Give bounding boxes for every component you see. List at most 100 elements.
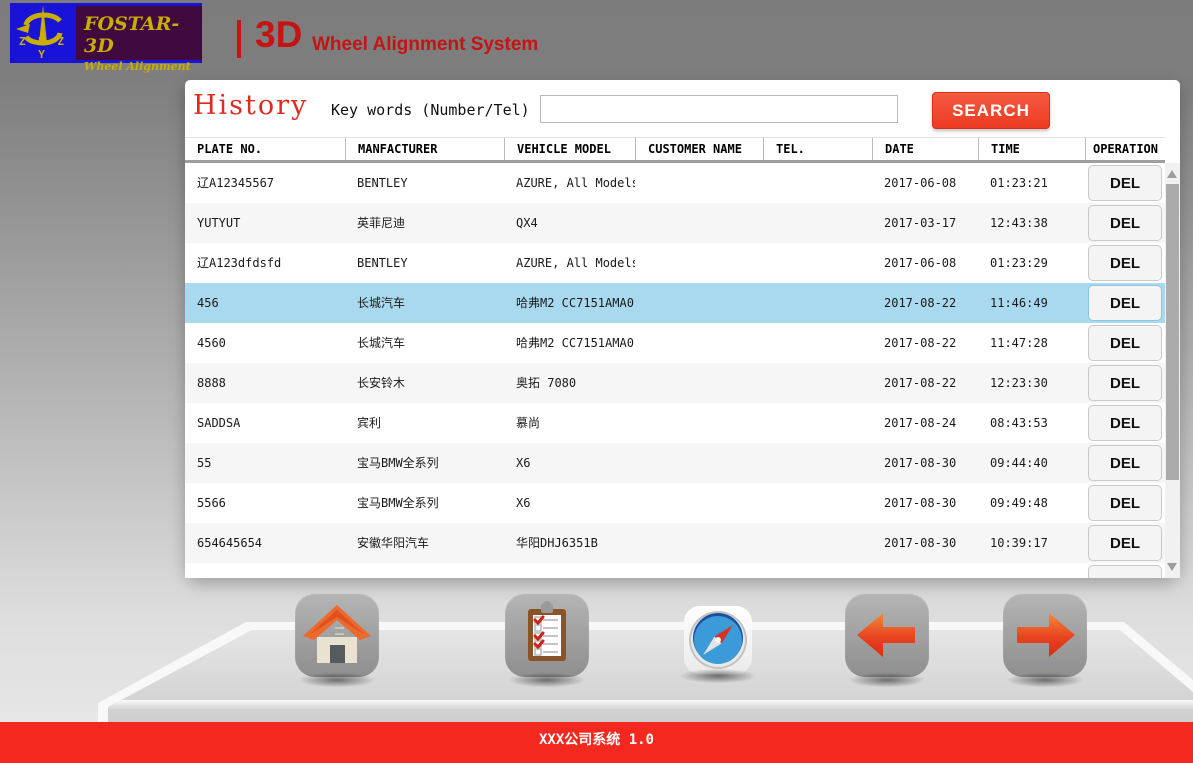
nav-records-button[interactable]: [505, 593, 589, 677]
cell-date: 2017-06-08: [872, 243, 978, 283]
cell-model: AZURE, All Models: [504, 243, 635, 283]
tile-shadow: [676, 668, 760, 684]
cell-customer: [635, 283, 763, 323]
cell-time: 09:49:48: [978, 483, 1085, 523]
cell-manufacturer: BENTLEY: [345, 163, 504, 203]
cell-tel: [763, 243, 872, 283]
cell-customer: [635, 403, 763, 443]
cell-plate: 456: [185, 283, 345, 323]
table-row[interactable]: 辽A12345567 BENTLEY AZURE, All Models 201…: [185, 163, 1165, 203]
delete-button[interactable]: DEL: [1088, 245, 1162, 281]
cell-date: 2017-08-30: [872, 443, 978, 483]
cell-model: X6: [504, 443, 635, 483]
cell-customer: [635, 163, 763, 203]
table-row[interactable]: 456 长城汽车 哈弗M2 CC7151AMA01 / 2017-08-22 1…: [185, 283, 1165, 323]
footer-text: XXX公司系统 1.0: [539, 732, 654, 748]
cell-time: 09:44:40: [978, 443, 1085, 483]
column-header-tel-: TEL.: [763, 138, 872, 160]
cell-customer: [635, 243, 763, 283]
cell-tel: [763, 323, 872, 363]
cell-plate: 辽A123dfdsfd: [185, 243, 345, 283]
delete-button[interactable]: DEL: [1088, 565, 1162, 578]
scrollbar-thumb[interactable]: [1166, 184, 1179, 480]
cell-tel: [763, 443, 872, 483]
table-header: PLATE NO.MANFACTURERVEHICLE MODELCUSTOME…: [185, 137, 1165, 163]
delete-button[interactable]: DEL: [1088, 165, 1162, 201]
cell-model: QX4: [504, 203, 635, 243]
arrow-left-icon: [845, 593, 929, 677]
cell-time: 12:43:38: [978, 203, 1085, 243]
cell-model: 奥拓 7080: [504, 363, 635, 403]
column-header-customer-name: CUSTOMER NAME: [635, 138, 763, 160]
column-header-vehicle-model: VEHICLE MODEL: [504, 138, 635, 160]
cell-date: 2017-08-22: [872, 323, 978, 363]
table-row[interactable]: SADDSA 宾利 慕尚 2017-08-24 08:43:53 DEL: [185, 403, 1165, 443]
delete-button[interactable]: DEL: [1088, 325, 1162, 361]
nav-home-button[interactable]: [295, 593, 379, 677]
cell-plate: 4560: [185, 323, 345, 363]
delete-button[interactable]: DEL: [1088, 205, 1162, 241]
cell-manufacturer: BENTLEY: [345, 243, 504, 283]
scrollbar-down-icon[interactable]: [1167, 563, 1177, 571]
cell-model: 华阳DHJ6351B: [504, 523, 635, 563]
table-row[interactable]: 4560 长城汽车 哈弗M2 CC7151AMA01 / 2017-08-22 …: [185, 323, 1165, 363]
cell-date: 2017-08-30: [872, 523, 978, 563]
cell-plate: 654645654: [185, 523, 345, 563]
cell-manufacturer: 长安铃木: [345, 363, 504, 403]
cell-plate: 辽A12345567: [185, 163, 345, 203]
cell-tel: [763, 203, 872, 243]
nav-compass-button[interactable]: [684, 606, 752, 674]
cell-model: 哈弗M2 CC7151AMA01 /: [504, 323, 635, 363]
delete-button[interactable]: DEL: [1088, 485, 1162, 521]
table-row[interactable]: YUTYUT 英菲尼迪 QX4 2017-03-17 12:43:38 DEL: [185, 203, 1165, 243]
column-header-plate-no-: PLATE NO.: [185, 138, 345, 160]
cell-manufacturer: 安徽华阳汽车: [345, 523, 504, 563]
cell-time: 12:23:30: [978, 363, 1085, 403]
cell-tel: [763, 523, 872, 563]
keywords-input[interactable]: [540, 95, 898, 123]
delete-button[interactable]: DEL: [1088, 365, 1162, 401]
cell-model: 哈弗M2 CC7151AMA01 /: [504, 283, 635, 323]
app-logo: Z H Z Y FOSTAR-3D Wheel Alignment: [10, 3, 202, 63]
cell-time: 11:47:28: [978, 323, 1085, 363]
cell-tel: [763, 483, 872, 523]
column-header-time: TIME: [978, 138, 1085, 160]
cell-tel: [763, 363, 872, 403]
nav-back-button[interactable]: [845, 593, 929, 677]
table-body: 辽A12345567 BENTLEY AZURE, All Models 201…: [185, 163, 1165, 578]
cell-customer: [635, 203, 763, 243]
cell-manufacturer: [345, 563, 504, 578]
tile-shadow: [295, 672, 379, 688]
cell-date: 2017-08-30: [872, 483, 978, 523]
cell-time: 08:43:53: [978, 403, 1085, 443]
search-button[interactable]: SEARCH: [932, 92, 1050, 129]
delete-button[interactable]: DEL: [1088, 405, 1162, 441]
table-row[interactable]: DEL: [185, 563, 1165, 578]
delete-button[interactable]: DEL: [1088, 525, 1162, 561]
app-title-3d: 3D: [255, 14, 302, 56]
delete-button[interactable]: DEL: [1088, 285, 1162, 321]
cell-plate: 55: [185, 443, 345, 483]
logo-wordmark: FOSTAR-3D Wheel Alignment: [76, 6, 202, 60]
cell-time: 10:39:17: [978, 523, 1085, 563]
scrollbar-up-icon[interactable]: [1167, 170, 1177, 178]
cell-plate: YUTYUT: [185, 203, 345, 243]
table-row[interactable]: 654645654 安徽华阳汽车 华阳DHJ6351B 2017-08-30 1…: [185, 523, 1165, 563]
cell-manufacturer: 长城汽车: [345, 323, 504, 363]
delete-button[interactable]: DEL: [1088, 445, 1162, 481]
scrollbar-track[interactable]: [1165, 163, 1180, 578]
logo-brand-text: FOSTAR-3D: [84, 13, 202, 57]
checklist-clipboard-icon: [505, 593, 589, 677]
cell-model: 慕尚: [504, 403, 635, 443]
page-title: History: [193, 90, 308, 121]
keywords-label: Key words (Number/Tel): [331, 101, 530, 119]
cell-tel: [763, 283, 872, 323]
table-row[interactable]: 5566 宝马BMW全系列 X6 2017-08-30 09:49:48 DEL: [185, 483, 1165, 523]
table-row[interactable]: 55 宝马BMW全系列 X6 2017-08-30 09:44:40 DEL: [185, 443, 1165, 483]
table-row[interactable]: 辽A123dfdsfd BENTLEY AZURE, All Models 20…: [185, 243, 1165, 283]
nav-forward-button[interactable]: [1003, 593, 1087, 677]
logo-emblem: Z H Z Y: [10, 3, 76, 63]
table-row[interactable]: 8888 长安铃木 奥拓 7080 2017-08-22 12:23:30 DE…: [185, 363, 1165, 403]
logo-zhzy-text: Z H Z Y: [10, 35, 76, 61]
home-icon: [295, 593, 379, 677]
